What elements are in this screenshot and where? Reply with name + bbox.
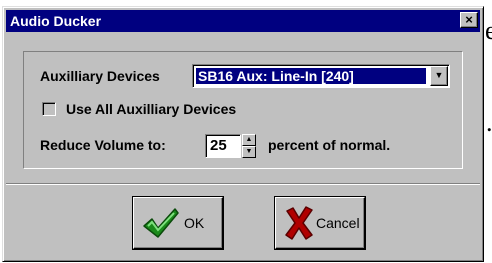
ok-label: OK <box>184 215 205 231</box>
title-bar[interactable]: Audio Ducker × <box>6 10 480 32</box>
devices-label: Auxilliary Devices <box>40 68 160 84</box>
reduce-volume-input[interactable]: 25 <box>205 134 241 158</box>
red-x-icon <box>284 206 314 245</box>
background-text-fragment: . <box>486 108 492 137</box>
close-button[interactable]: × <box>460 12 478 28</box>
arrow-up-icon: ▲ <box>245 136 253 143</box>
close-icon: × <box>465 12 473 27</box>
devices-dropdown[interactable]: SB16 Aux: Line-In [240] ▼ <box>192 64 450 88</box>
divider <box>6 183 480 185</box>
percent-label: percent of normal. <box>268 137 391 153</box>
dropdown-button[interactable]: ▼ <box>430 66 448 86</box>
use-all-checkbox[interactable] <box>42 102 56 116</box>
reduce-volume-spinner[interactable]: ▲ ▼ <box>242 134 256 158</box>
spin-up-button[interactable]: ▲ <box>242 134 256 146</box>
chevron-down-icon: ▼ <box>434 70 444 80</box>
settings-panel: Auxilliary Devices SB16 Aux: Line-In [24… <box>23 51 463 169</box>
background-text-fragment: e <box>485 16 492 45</box>
arrow-down-icon: ▼ <box>245 148 253 155</box>
reduce-volume-label: Reduce Volume to: <box>40 137 166 153</box>
checkmark-icon <box>142 206 180 245</box>
cancel-button[interactable]: Cancel <box>275 197 365 249</box>
window-title: Audio Ducker <box>10 13 102 29</box>
ok-button[interactable]: OK <box>133 197 223 249</box>
audio-ducker-dialog: Audio Ducker × Auxilliary Devices SB16 A… <box>2 6 484 262</box>
devices-selected-value: SB16 Aux: Line-In [240] <box>196 68 426 84</box>
cancel-label: Cancel <box>316 215 360 231</box>
spin-down-button[interactable]: ▼ <box>242 146 256 158</box>
use-all-label[interactable]: Use All Auxilliary Devices <box>66 101 236 117</box>
